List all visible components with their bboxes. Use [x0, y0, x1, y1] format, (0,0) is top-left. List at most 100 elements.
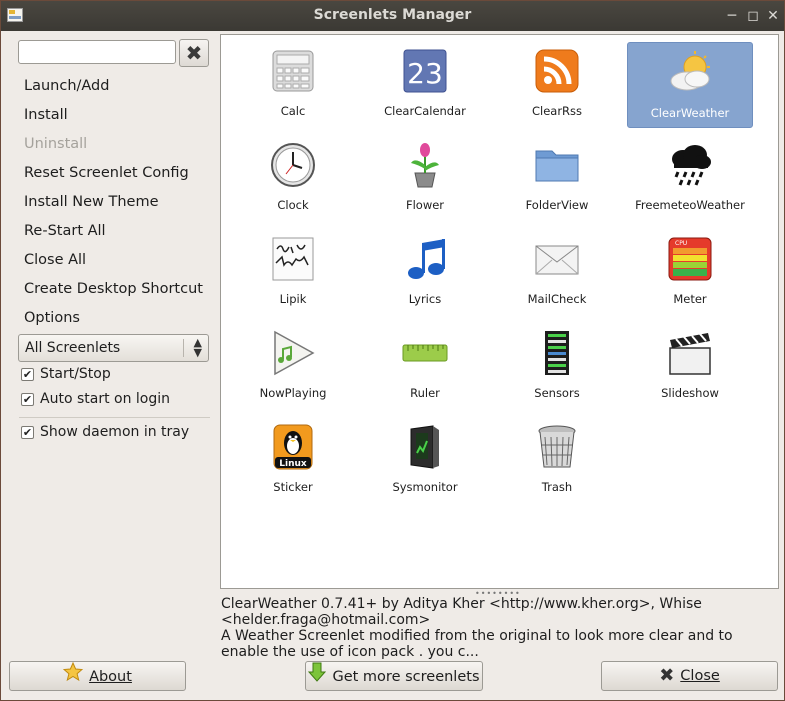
screenlet-freemeteoweather[interactable]: FreemeteoWeather	[627, 135, 753, 221]
screenlet-folderview[interactable]: FolderView	[494, 135, 620, 221]
screenlet-ruler[interactable]: Ruler	[362, 323, 488, 409]
menu-install-theme[interactable]: Install New Theme	[24, 194, 159, 210]
screenlet-label: Slideshow	[661, 386, 719, 400]
download-arrow-icon	[308, 662, 327, 692]
about-button-label: About	[89, 669, 132, 685]
computer-tower-icon	[410, 425, 439, 469]
screenlet-label: Lyrics	[408, 292, 442, 306]
screenlet-clearcalendar[interactable]: 23 ClearCalendar	[362, 41, 488, 127]
linux-sticker-icon: Linux	[273, 424, 313, 470]
autostart-label[interactable]: Auto start on login	[40, 391, 170, 407]
get-more-screenlets-button[interactable]: Get more screenlets	[305, 661, 483, 691]
ruler-icon	[402, 344, 448, 362]
screenlet-label: NowPlaying	[259, 386, 327, 400]
music-note-icon	[408, 239, 445, 279]
screenlet-label: FreemeteoWeather	[635, 198, 745, 212]
close-window-icon[interactable]: ✕	[764, 7, 782, 25]
start-stop-label[interactable]: Start/Stop	[40, 366, 111, 382]
show-daemon-checkbox[interactable]: ✔	[21, 426, 34, 439]
filter-combo-value: All Screenlets	[25, 340, 121, 356]
title-bar[interactable]: Screenlets Manager ─ ◻ ✕	[1, 1, 784, 31]
screenlets-grid[interactable]: Calc 23 ClearCalendar ClearRss ClearWeat…	[220, 34, 779, 589]
play-icon	[274, 330, 315, 376]
sidebar-divider	[19, 417, 210, 418]
handwriting-icon	[272, 237, 314, 281]
clapperboard-icon	[669, 333, 711, 375]
minimize-icon[interactable]: ─	[723, 7, 741, 25]
about-button[interactable]: About	[9, 661, 186, 691]
star-icon	[62, 661, 84, 692]
screenlet-label: Ruler	[410, 386, 440, 400]
menu-desktop-shortcut[interactable]: Create Desktop Shortcut	[24, 281, 203, 297]
folder-icon	[535, 150, 579, 182]
show-daemon-label[interactable]: Show daemon in tray	[40, 424, 189, 440]
screenlets-manager-window: Screenlets Manager ─ ◻ ✕ ✖ Launch/Add In…	[0, 0, 785, 701]
clear-search-button[interactable]: ✖	[179, 39, 209, 67]
window-title: Screenlets Manager	[313, 7, 472, 23]
screenlet-label: Calc	[280, 104, 306, 118]
rss-icon	[535, 49, 579, 93]
combo-separator	[183, 339, 184, 357]
screenlet-label: Clock	[277, 198, 309, 212]
description-line: A Weather Screenlet modified from the or…	[221, 628, 733, 644]
screenlet-label: MailCheck	[527, 292, 587, 306]
screenlet-sensors[interactable]: Sensors	[494, 323, 620, 409]
close-button[interactable]: ✖ Close	[601, 661, 778, 691]
updown-arrow-icon: ▲ ▼	[193, 336, 202, 359]
svg-text:CPU: CPU	[675, 240, 687, 247]
start-stop-checkbox[interactable]: ✔	[21, 368, 34, 381]
screenlet-calc[interactable]: Calc	[230, 41, 356, 127]
screenlet-label: Trash	[541, 480, 573, 494]
screenlet-trash[interactable]: Trash	[494, 417, 620, 503]
calculator-icon	[272, 50, 314, 92]
filter-combo[interactable]: All Screenlets ▲ ▼	[18, 334, 209, 362]
screenlet-label: FolderView	[525, 198, 589, 212]
screenlet-clock[interactable]: Clock	[230, 135, 356, 221]
menu-restart-all[interactable]: Re-Start All	[24, 223, 106, 239]
weather-icon	[670, 51, 710, 91]
sensors-icon	[545, 331, 569, 375]
screenlet-label: Sensors	[534, 386, 580, 400]
screenlet-clearrss[interactable]: ClearRss	[494, 41, 620, 127]
calendar-icon: 23	[403, 49, 447, 93]
screenlet-mailcheck[interactable]: MailCheck	[494, 229, 620, 315]
screenlet-flower[interactable]: Flower	[362, 135, 488, 221]
search-input[interactable]	[18, 40, 176, 64]
screenlet-label: ClearRss	[531, 104, 583, 118]
screenlet-slideshow[interactable]: Slideshow	[627, 323, 753, 409]
screenlet-lipik[interactable]: Lipik	[230, 229, 356, 315]
menu-options[interactable]: Options	[24, 310, 80, 326]
screenlet-sysmonitor[interactable]: Sysmonitor	[362, 417, 488, 503]
screenlet-label: Meter	[673, 292, 707, 306]
envelope-icon	[535, 245, 579, 275]
autostart-checkbox[interactable]: ✔	[21, 393, 34, 406]
menu-reset-config[interactable]: Reset Screenlet Config	[24, 165, 189, 181]
screenlet-label: Flower	[405, 198, 445, 212]
screenlet-label: Sticker	[273, 480, 313, 494]
screenlet-label: Sysmonitor	[392, 480, 458, 494]
menu-close-all[interactable]: Close All	[24, 252, 86, 268]
svg-text:Linux: Linux	[279, 459, 307, 469]
description-line: <helder.fraga@hotmail.com>	[221, 612, 431, 628]
screenlet-meter[interactable]: CPU Meter	[627, 229, 753, 315]
menu-install[interactable]: Install	[24, 107, 68, 123]
screenlet-label: ClearWeather	[650, 106, 730, 120]
rain-cloud-icon	[672, 145, 711, 186]
clock-icon	[271, 143, 315, 187]
svg-text:23: 23	[407, 57, 443, 90]
menu-uninstall: Uninstall	[24, 136, 88, 152]
description-line: enable the use of icon pack . you c...	[221, 644, 479, 660]
cpu-meter-icon: CPU	[668, 237, 712, 281]
screenlet-nowplaying[interactable]: NowPlaying	[230, 323, 356, 409]
screenlet-sticker[interactable]: Linux Sticker	[230, 417, 356, 503]
maximize-icon[interactable]: ◻	[744, 7, 762, 25]
screenlet-description: ClearWeather 0.7.41+ by Aditya Kher <htt…	[221, 596, 777, 660]
menu-launch-add[interactable]: Launch/Add	[24, 78, 109, 94]
screenlet-lyrics[interactable]: Lyrics	[362, 229, 488, 315]
get-more-label: Get more screenlets	[332, 669, 480, 685]
screenlet-clearweather[interactable]: ClearWeather	[627, 42, 753, 128]
clear-x-icon: ✖	[185, 41, 203, 65]
close-x-icon: ✖	[659, 665, 675, 686]
description-line: ClearWeather 0.7.41+ by Aditya Kher <htt…	[221, 596, 702, 612]
screenlet-label: Lipik	[279, 292, 307, 306]
